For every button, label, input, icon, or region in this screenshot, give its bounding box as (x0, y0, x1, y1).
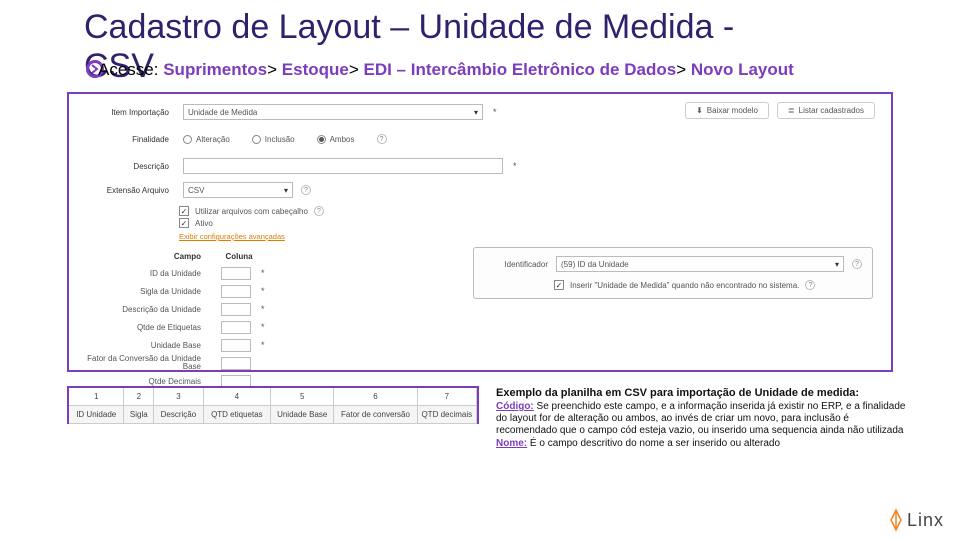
extension-select[interactable]: CSV ▾ (183, 182, 293, 198)
col-input[interactable] (221, 339, 251, 352)
breadcrumb-item: Novo Layout (691, 60, 794, 79)
description-input[interactable] (183, 158, 503, 174)
checkbox-insert-when-missing[interactable]: ✓ (554, 280, 564, 290)
radio-alteracao[interactable]: Alteração (183, 135, 230, 144)
codigo-label: Código: (496, 401, 534, 412)
item-import-label: Item Importação (87, 108, 175, 117)
chevron-down-icon: ▾ (835, 260, 839, 269)
checkbox-use-header[interactable]: ✓Utilizar arquivos com cabeçalho ? (179, 206, 891, 216)
sheet-col-num: 4 (204, 388, 271, 406)
checkbox-active[interactable]: ✓Ativo (179, 218, 891, 228)
description-label: Descrição (87, 162, 175, 171)
sheet-col-num: 1 (69, 388, 124, 406)
help-icon[interactable]: ? (301, 185, 311, 195)
col-input[interactable] (221, 267, 251, 280)
form-panel: ⬇ Baixar modelo ≣ Listar cadastrados Ite… (67, 92, 893, 372)
nome-text: É o campo descritivo do nome a ser inser… (530, 438, 780, 449)
radio-inclusao[interactable]: Inclusão (252, 135, 295, 144)
chevron-down-icon: ▾ (474, 108, 478, 117)
sample-spreadsheet: 1 2 3 4 5 6 7 ID Unidade Sigla Descrição… (67, 386, 479, 424)
sheet-col-num: 6 (334, 388, 417, 406)
help-icon[interactable]: ? (314, 206, 324, 216)
identifier-select[interactable]: (59) ID da Unidade ▾ (556, 256, 844, 272)
sheet-col-num: 2 (124, 388, 154, 406)
col-campo: Campo (83, 252, 221, 261)
linx-logo: Linx (887, 508, 944, 532)
help-icon[interactable]: ? (852, 259, 862, 269)
download-icon: ⬇ (696, 106, 703, 115)
purpose-radio-group: Alteração Inclusão Ambos ? (183, 134, 387, 144)
sheet-header: Fator de conversão (334, 406, 417, 424)
sheet-col-num: 7 (418, 388, 477, 406)
sheet-header: QTD etiquetas (204, 406, 271, 424)
explain-title: Exemplo da planilha em CSV para importaç… (496, 387, 906, 400)
list-icon: ≣ (788, 106, 795, 115)
identifier-label: Identificador (484, 260, 548, 269)
sheet-header: Descrição (154, 406, 204, 424)
col-input[interactable] (221, 303, 251, 316)
table-row: Fator da Conversão da Unidade Base (83, 354, 891, 372)
col-coluna: Coluna (221, 252, 257, 261)
sheet-col-num: 5 (271, 388, 334, 406)
table-row: Qtde de Etiquetas* (83, 318, 891, 336)
item-import-select[interactable]: Unidade de Medida ▾ (183, 104, 483, 120)
breadcrumb-prefix: Acesse: (98, 60, 158, 79)
help-icon[interactable]: ? (805, 280, 815, 290)
sheet-header: Unidade Base (271, 406, 334, 424)
sheet-col-num: 3 (154, 388, 204, 406)
identifier-panel: Identificador (59) ID da Unidade ▾ ? ✓ I… (473, 247, 873, 299)
breadcrumb-item: Suprimentos (163, 60, 267, 79)
sheet-header: ID Unidade (69, 406, 124, 424)
nome-label: Nome: (496, 438, 527, 449)
logo-mark-icon (887, 508, 905, 532)
col-input[interactable] (221, 321, 251, 334)
list-registered-button[interactable]: ≣ Listar cadastrados (777, 102, 875, 119)
col-input[interactable] (221, 357, 251, 370)
table-row: Descrição da Unidade* (83, 300, 891, 318)
table-row: Unidade Base* (83, 336, 891, 354)
breadcrumb-item: Estoque (282, 60, 349, 79)
download-model-button[interactable]: ⬇ Baixar modelo (685, 102, 769, 119)
sheet-header: QTD decimais (418, 406, 477, 424)
breadcrumb: Acesse: Suprimentos> Estoque> EDI – Inte… (98, 60, 794, 80)
col-input[interactable] (221, 285, 251, 298)
radio-ambos[interactable]: Ambos (317, 135, 355, 144)
chevron-down-icon: ▾ (284, 186, 288, 195)
codigo-text: Se preenchido este campo, e a informação… (496, 401, 905, 436)
purpose-label: Finalidade (87, 135, 175, 144)
breadcrumb-item: EDI – Intercâmbio Eletrônico de Dados (364, 60, 677, 79)
advanced-config-link[interactable]: Exibir configurações avançadas (69, 232, 891, 241)
explanation-block: Exemplo da planilha em CSV para importaç… (496, 386, 906, 451)
help-icon[interactable]: ? (377, 134, 387, 144)
extension-label: Extensão Arquivo (87, 186, 175, 195)
sheet-header: Sigla (124, 406, 154, 424)
